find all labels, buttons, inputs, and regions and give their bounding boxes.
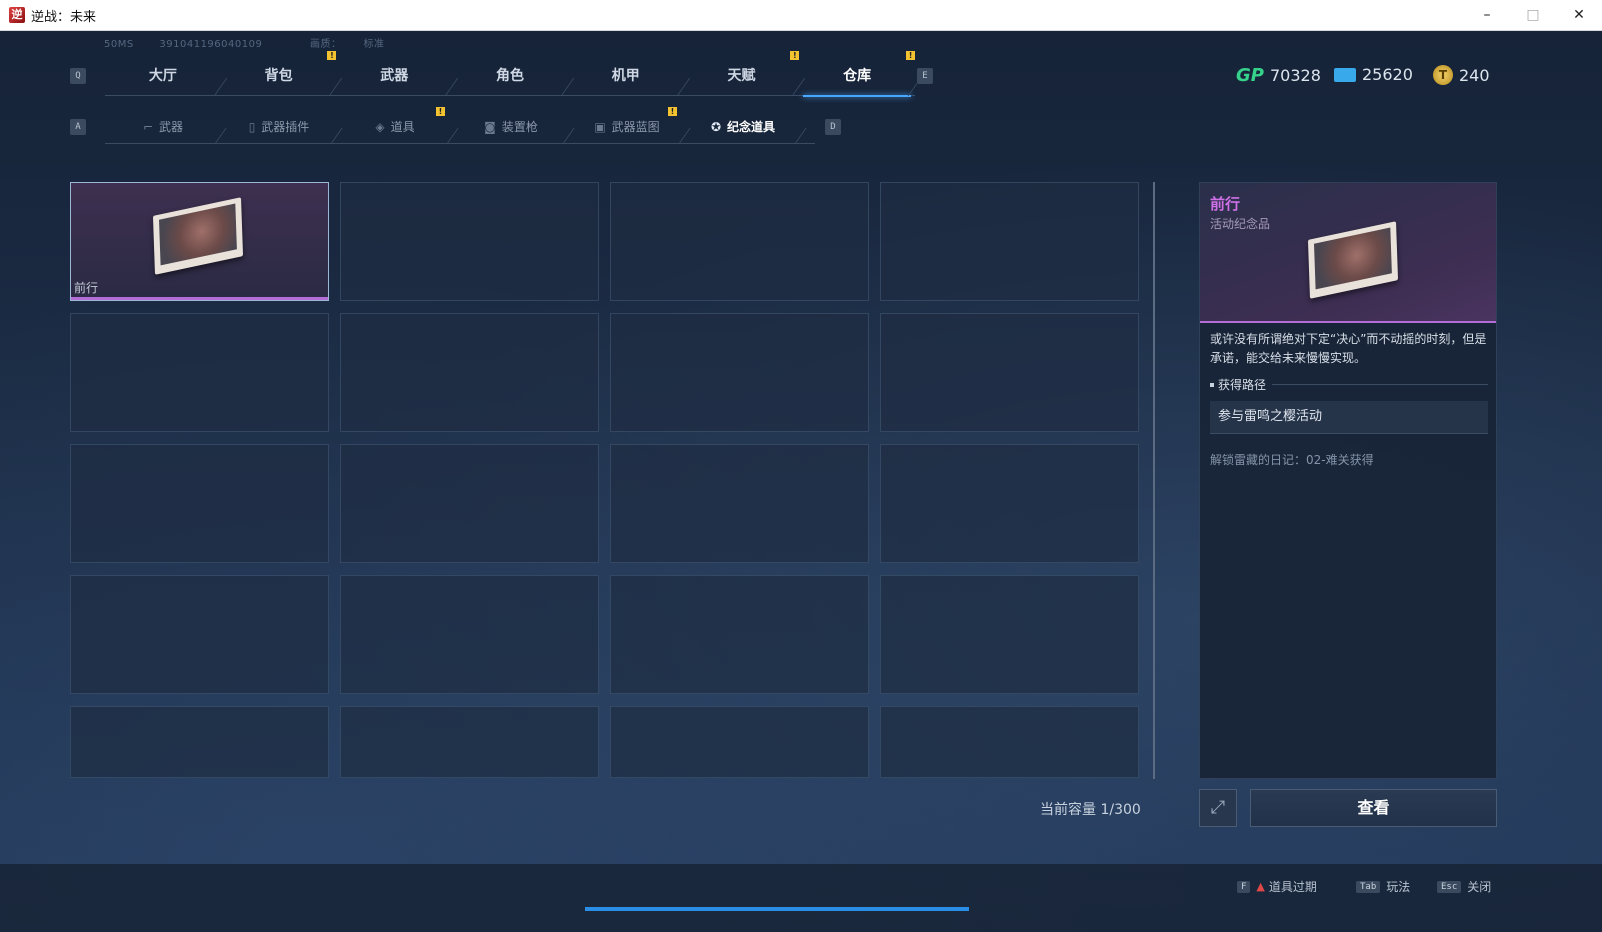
subtab-weapons[interactable]: ⌐ 武器 bbox=[105, 111, 221, 143]
window-title: 逆战：未来 bbox=[31, 9, 97, 25]
coin-currency: T 240 bbox=[1433, 65, 1490, 85]
gun-icon: ⌐ bbox=[142, 120, 154, 134]
alert-badge: ! bbox=[327, 51, 337, 60]
connection-info: 50MS 391041196040109 画质： 标准 bbox=[104, 35, 429, 50]
obtain-method: 参与雷鸣之樱活动 bbox=[1210, 401, 1488, 434]
next-subtab-key[interactable]: D bbox=[825, 119, 841, 135]
alert-badge: ! bbox=[906, 51, 916, 60]
obtain-section-title: 获得路径 bbox=[1210, 376, 1488, 393]
sub-tabs: ⌐ 武器 ▯ 武器插件 ◈ 道具! ◙ 装置枪 ▣ 武器蓝图! ✪ 纪念道具 bbox=[105, 107, 815, 144]
item-icon: ◈ bbox=[375, 120, 385, 134]
warning-icon: ▲ bbox=[1256, 880, 1265, 893]
inventory-slot[interactable] bbox=[70, 575, 329, 694]
subtab-attachments[interactable]: ▯ 武器插件 bbox=[221, 111, 337, 143]
prev-subtab-key[interactable]: A bbox=[70, 119, 86, 135]
detail-description: 或许没有所谓绝对下定“决心”而不动摇的时刻，但是承诺，能交给未来慢慢实现。 bbox=[1210, 332, 1487, 365]
subtab-device-guns[interactable]: ◙ 装置枪 bbox=[453, 111, 569, 143]
minimize-button[interactable]: – bbox=[1464, 0, 1510, 30]
inventory-slot[interactable] bbox=[610, 575, 869, 694]
inventory-slot[interactable] bbox=[340, 575, 599, 694]
inventory-slot[interactable] bbox=[70, 706, 329, 778]
ticket-amount: 25620 bbox=[1362, 65, 1413, 84]
inventory-slot[interactable] bbox=[880, 313, 1139, 432]
subtab-blueprints[interactable]: ▣ 武器蓝图! bbox=[569, 107, 685, 143]
tab-lobby[interactable]: 大厅 bbox=[105, 57, 221, 95]
inventory-slot[interactable] bbox=[880, 444, 1139, 563]
loading-progress-bar bbox=[585, 907, 969, 911]
hint-gameplay[interactable]: Tab 玩法 bbox=[1356, 878, 1410, 895]
gp-amount: 70328 bbox=[1269, 66, 1321, 85]
hint-expired-items[interactable]: F ▲ 道具过期 bbox=[1237, 878, 1317, 895]
prev-tab-key[interactable]: Q bbox=[70, 68, 86, 84]
inventory-slot[interactable] bbox=[70, 444, 329, 563]
tab-warehouse[interactable]: 仓库! bbox=[799, 51, 916, 97]
alert-badge: ! bbox=[436, 107, 445, 116]
ticket-icon bbox=[1334, 67, 1356, 82]
detail-item-name: 前行 bbox=[1210, 195, 1241, 213]
gp-icon: GP bbox=[1236, 65, 1264, 86]
game-screen: 50MS 391041196040109 画质： 标准 Q 大厅 背包! 武器 角… bbox=[0, 31, 1602, 932]
tab-talents[interactable]: 天赋! bbox=[684, 51, 800, 95]
inventory-slot[interactable] bbox=[880, 706, 1139, 778]
view-button[interactable]: 查看 bbox=[1250, 789, 1497, 827]
window-titlebar: 逆 逆战：未来 – □ ✕ bbox=[0, 0, 1602, 31]
subtab-items[interactable]: ◈ 道具! bbox=[337, 107, 453, 143]
inventory-slot[interactable] bbox=[340, 182, 599, 301]
inventory-scrollbar[interactable] bbox=[1153, 182, 1155, 779]
detail-item-type: 活动纪念品 bbox=[1210, 217, 1271, 231]
expand-icon[interactable]: ⤢ bbox=[1199, 789, 1237, 827]
tab-backpack[interactable]: 背包! bbox=[221, 51, 337, 95]
tab-mecha[interactable]: 机甲 bbox=[568, 57, 684, 95]
detail-header: 前行 活动纪念品 bbox=[1200, 183, 1496, 323]
key-tab: Tab bbox=[1356, 880, 1381, 893]
inventory-slot[interactable] bbox=[340, 706, 599, 778]
alert-badge: ! bbox=[668, 107, 677, 116]
attachment-icon: ▯ bbox=[248, 120, 256, 134]
postcard-item-image bbox=[152, 197, 244, 275]
inventory-slot[interactable] bbox=[880, 182, 1139, 301]
subtab-souvenirs[interactable]: ✪ 纪念道具 bbox=[685, 111, 801, 143]
hint-close[interactable]: Esc 关闭 bbox=[1437, 878, 1491, 895]
inventory-slot[interactable] bbox=[880, 575, 1139, 694]
inventory-slot[interactable] bbox=[610, 313, 869, 432]
unlock-note: 解锁雷藏的日记：02-难关获得 bbox=[1210, 453, 1374, 467]
rarity-bar bbox=[71, 297, 328, 300]
inventory-slot[interactable]: 前行 bbox=[70, 182, 329, 301]
souvenir-icon: ✪ bbox=[710, 120, 722, 134]
inventory-slot[interactable] bbox=[340, 444, 599, 563]
key-f: F bbox=[1237, 880, 1251, 893]
tab-characters[interactable]: 角色 bbox=[452, 57, 568, 95]
close-window-button[interactable]: ✕ bbox=[1556, 0, 1602, 30]
ticket-currency: 25620 bbox=[1334, 65, 1413, 84]
maximize-button[interactable]: □ bbox=[1510, 0, 1556, 30]
bottom-bar bbox=[0, 864, 1602, 932]
coin-amount: 240 bbox=[1459, 65, 1490, 85]
device-gun-icon: ◙ bbox=[484, 120, 496, 134]
inventory-slot[interactable] bbox=[340, 313, 599, 432]
app-icon: 逆 bbox=[9, 7, 25, 23]
inventory-slot[interactable] bbox=[610, 706, 869, 778]
next-tab-key[interactable]: E bbox=[917, 68, 933, 84]
gp-currency: GP 70328 bbox=[1236, 65, 1321, 86]
key-esc: Esc bbox=[1437, 880, 1462, 893]
window-controls: – □ ✕ bbox=[1464, 0, 1602, 30]
quality-setting: 画质： 标准 bbox=[310, 39, 385, 50]
item-detail-panel: 前行 活动纪念品 或许没有所谓绝对下定“决心”而不动摇的时刻，但是承诺，能交给未… bbox=[1199, 182, 1497, 779]
tab-weapons[interactable]: 武器 bbox=[336, 57, 452, 95]
inventory-slot[interactable] bbox=[610, 444, 869, 563]
blueprint-icon: ▣ bbox=[594, 120, 606, 134]
postcard-item-image bbox=[1307, 221, 1399, 299]
inventory-slot[interactable] bbox=[70, 313, 329, 432]
coin-icon: T bbox=[1433, 65, 1453, 85]
alert-badge: ! bbox=[790, 51, 800, 60]
inventory-slot[interactable] bbox=[610, 182, 869, 301]
capacity-label: 当前容量 1/300 bbox=[1040, 802, 1141, 818]
ping-value: 50MS 391041196040109 bbox=[104, 39, 263, 50]
active-tab-indicator bbox=[803, 95, 912, 97]
item-name: 前行 bbox=[74, 281, 99, 295]
main-tabs: 大厅 背包! 武器 角色 机甲 天赋! 仓库! bbox=[105, 51, 916, 97]
